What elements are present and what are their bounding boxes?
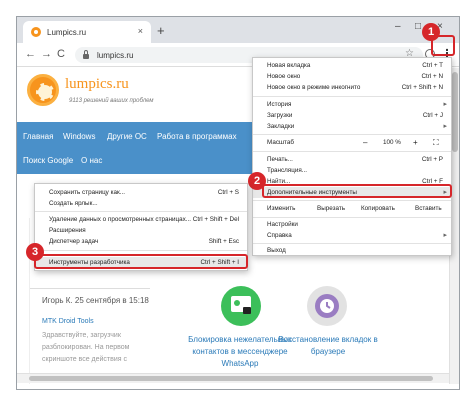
nav-other-os[interactable]: Другие ОС [107,132,147,141]
devtools-highlight [34,254,248,269]
step-badge-1: 1 [422,23,440,41]
more-tools-highlight [262,184,452,198]
horizontal-scroll-thumb[interactable] [29,376,433,381]
menu-separator [35,250,247,251]
nav-google[interactable]: Поиск Google [23,156,73,165]
maximize-button[interactable]: □ [415,21,421,32]
site-favicon-icon [31,27,41,37]
menu-separator [253,217,451,218]
copy-button[interactable]: Копировать [361,205,395,212]
cut-button[interactable]: Вырезать [317,205,345,212]
back-button[interactable]: ← [25,48,36,60]
submenu-item-clear-data[interactable]: Удаление данных о просмотренных страница… [35,214,247,225]
submenu-arrow-icon: ▸ [443,123,447,130]
menu-item-settings[interactable]: Настройки [253,219,451,230]
menu-separator [253,134,451,135]
site-name[interactable]: lumpics.ru [65,76,129,93]
menu-separator [253,200,451,201]
menu-item-new-window[interactable]: Новое окно Ctrl + N [253,71,451,82]
comment-author: Игорь К. 25 сентября в 15:18 [42,296,149,305]
menu-edit-row: Изменить Вырезать Копировать Вставить [253,202,451,216]
menu-item-help[interactable]: Справка ▸ [253,230,451,241]
menu-item-new-tab[interactable]: Новая вкладка Ctrl + T [253,60,451,71]
url-text: lumpics.ru [97,50,134,60]
card-restore-title[interactable]: Восстановление вкладок в браузере [273,334,383,358]
lock-icon [83,49,89,59]
zoom-label: Масштаб [267,139,294,146]
menu-separator [35,211,247,212]
tab-strip: Lumpics.ru × + – □ × [17,17,459,43]
menu-separator [253,151,451,152]
fullscreen-icon[interactable]: ⛶ [433,138,439,148]
menu-zoom-row: Масштаб – 100 % + ⛶ [253,136,451,150]
nav-home[interactable]: Главная [23,132,53,141]
new-tab-button[interactable]: + [157,23,165,38]
nav-about[interactable]: О нас [81,156,102,165]
comment-link[interactable]: MTK Droid Tools [42,318,94,325]
tab-lumpics[interactable]: Lumpics.ru × [23,21,151,43]
menu-item-cast[interactable]: Трансляция... [253,165,451,176]
tab-close-icon[interactable]: × [138,26,143,36]
submenu-item-save-page[interactable]: Сохранить страницу как... Ctrl + S [35,187,247,198]
horizontal-scrollbar[interactable] [17,373,449,383]
menu-item-history[interactable]: История ▸ [253,99,451,110]
menu-separator [253,96,451,97]
zoom-in-button[interactable]: + [413,138,418,147]
divider [30,288,150,289]
forward-button[interactable]: → [41,48,52,60]
comment-text: Здравствуйте, загрузчик разблокирован. Н… [42,332,130,363]
chrome-main-menu: Новая вкладка Ctrl + T Новое окно Ctrl + N… [252,57,452,256]
step-badge-3: 3 [26,243,44,261]
menu-separator [253,243,451,244]
tab-title: Lumpics.ru [47,27,87,37]
minimize-button[interactable]: – [395,21,401,32]
zoom-value: 100 % [383,139,401,146]
reload-button[interactable]: C [57,48,65,60]
menu-item-downloads[interactable]: Загрузки Ctrl + J [253,110,451,121]
zoom-out-button[interactable]: – [363,138,367,147]
nav-windows[interactable]: Windows [63,132,95,141]
restore-tabs-icon[interactable] [307,286,347,326]
menu-item-incognito[interactable]: Новое окно в режиме инкогнито Ctrl + Shif… [253,82,451,93]
menu-item-print[interactable]: Печать... Ctrl + P [253,154,451,165]
vertical-scroll-thumb[interactable] [452,72,458,152]
submenu-item-task-manager[interactable]: Диспетчер задач Shift + Esc [35,236,247,247]
menu-item-bookmarks[interactable]: Закладки ▸ [253,121,451,132]
paste-button[interactable]: Вставить [415,205,442,212]
submenu-arrow-icon: ▸ [443,232,447,239]
submenu-item-extensions[interactable]: Расширения [35,225,247,236]
nav-programs[interactable]: Работа в программах [157,132,237,141]
site-logo-icon[interactable] [27,74,59,106]
site-navbar: Главная Windows Другие ОС Работа в прогр… [17,122,253,174]
step-badge-2: 2 [248,172,266,190]
submenu-item-create-shortcut[interactable]: Создать ярлык... [35,198,247,209]
whatsapp-icon[interactable] [221,286,261,326]
menu-item-exit[interactable]: Выход [253,245,451,256]
submenu-arrow-icon: ▸ [443,101,447,108]
edit-label: Изменить [267,205,296,212]
site-tagline: 9113 решений ваших проблем [69,98,154,104]
